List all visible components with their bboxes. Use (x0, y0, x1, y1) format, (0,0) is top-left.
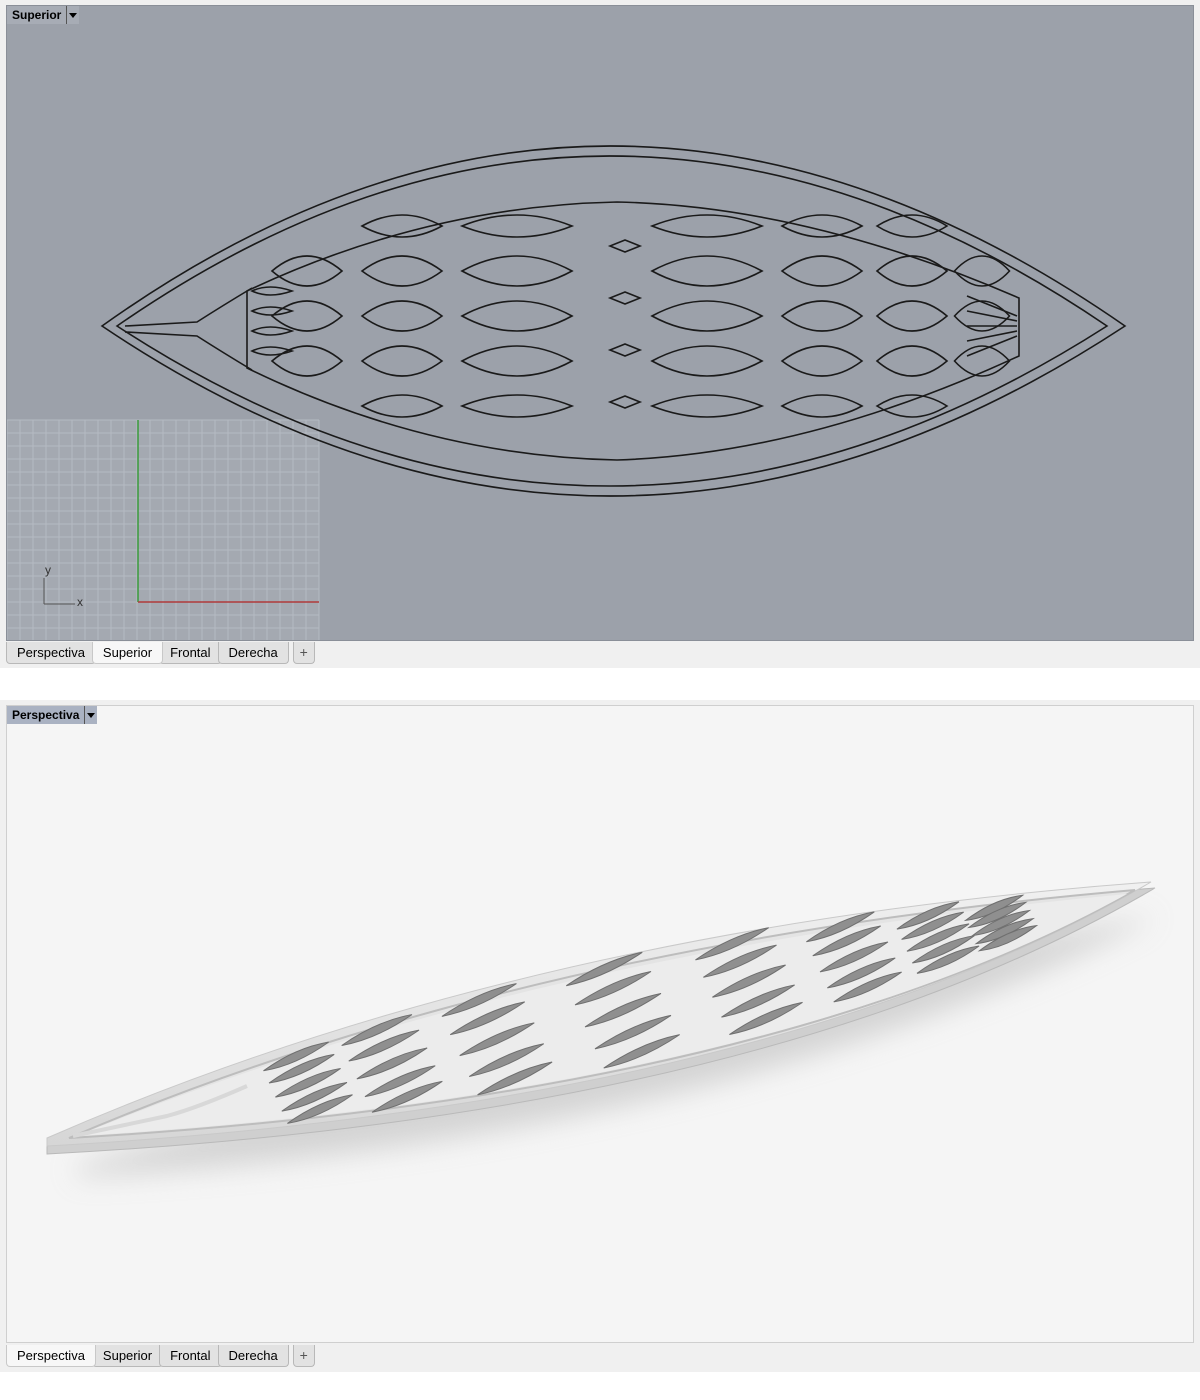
lattice-opening (780, 345, 864, 377)
plus-icon[interactable]: + (292, 642, 315, 664)
lattice-opening (360, 394, 444, 418)
viewport-title[interactable]: Perspectiva (7, 706, 85, 724)
lattice-opening (780, 300, 864, 332)
lattice-opening (650, 255, 764, 287)
tab-superior[interactable]: Superior (91, 1345, 164, 1367)
viewport-superior[interactable]: Superior y x (6, 5, 1194, 641)
perspective-canvas[interactable] (7, 706, 1194, 1343)
top-viewport-panel: Superior y x Perspectiva Superior Fronta… (0, 0, 1200, 668)
lattice-opening (875, 394, 949, 418)
left-slot (250, 306, 295, 316)
center-diamond (607, 343, 643, 357)
lattice-opening (875, 345, 949, 377)
tab-perspectiva[interactable]: Perspectiva (6, 642, 96, 664)
lattice-opening (649, 214, 765, 238)
viewport-tabs-bottom: Perspectiva Superior Frontal Derecha + (6, 1345, 315, 1367)
tab-derecha[interactable]: Derecha (217, 1345, 289, 1367)
lattice-opening (270, 300, 344, 332)
center-diamond (607, 395, 643, 409)
lattice-opening (650, 345, 764, 377)
viewport-perspectiva[interactable]: Perspectiva (6, 705, 1194, 1343)
tab-derecha[interactable]: Derecha (217, 642, 289, 664)
viewport-title-bar[interactable]: Superior (7, 6, 80, 24)
lattice-opening (650, 300, 764, 332)
axis-y-label: y (45, 563, 51, 577)
tab-perspectiva[interactable]: Perspectiva (6, 1345, 96, 1367)
viewport-title[interactable]: Superior (7, 6, 67, 24)
tab-frontal[interactable]: Frontal (159, 1345, 222, 1367)
plus-icon[interactable]: + (292, 1345, 315, 1367)
tab-frontal[interactable]: Frontal (159, 642, 222, 664)
triangle-down-icon[interactable] (66, 6, 80, 24)
center-diamond (607, 239, 643, 253)
lattice-boundary (246, 201, 1020, 461)
axis-x-label: x (77, 595, 83, 609)
lattice-opening (360, 300, 444, 332)
lattice-pattern (250, 214, 1018, 418)
lattice-opening (649, 394, 765, 418)
lattice-opening (460, 300, 574, 332)
bottom-viewport-panel: Perspectiva Perspectiva Superior Frontal… (0, 700, 1200, 1372)
left-slot (250, 326, 295, 336)
lattice-opening (780, 214, 864, 238)
lattice-opening (270, 345, 344, 377)
tab-superior[interactable]: Superior (91, 642, 164, 664)
lattice-opening (780, 255, 864, 287)
lattice-opening (459, 214, 575, 238)
lattice-opening (459, 394, 575, 418)
lattice-opening (270, 255, 344, 287)
top-view-canvas[interactable]: y x (7, 6, 1194, 641)
lattice-opening (875, 300, 949, 332)
lattice-opening (460, 255, 574, 287)
viewport-title-bar[interactable]: Perspectiva (7, 706, 98, 724)
stem-line-lower (124, 331, 253, 371)
triangle-down-icon[interactable] (84, 706, 98, 724)
left-slot (250, 286, 295, 296)
lattice-opening (875, 255, 949, 287)
lattice-opening (780, 394, 864, 418)
center-diamond (607, 291, 643, 305)
viewport-tabs-top: Perspectiva Superior Frontal Derecha + (6, 642, 315, 664)
lattice-opening (360, 345, 444, 377)
lattice-opening (360, 255, 444, 287)
construction-grid: y x (7, 419, 320, 640)
lattice-opening (460, 345, 574, 377)
lattice-opening (953, 255, 1011, 287)
